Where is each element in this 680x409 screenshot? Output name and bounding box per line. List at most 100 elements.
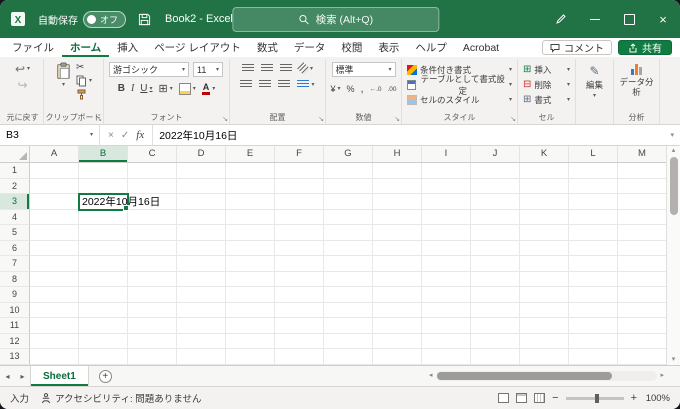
redo-button[interactable]: ↪ [17, 78, 27, 92]
percent-format-button[interactable]: % [347, 84, 355, 94]
cell-K10[interactable] [520, 302, 569, 318]
zoom-in-button[interactable]: + [631, 392, 637, 404]
zoom-slider[interactable] [565, 393, 624, 403]
cell-B5[interactable] [79, 225, 128, 241]
cell-C11[interactable] [128, 318, 177, 334]
cell-A12[interactable] [30, 333, 79, 349]
cell-K1[interactable] [520, 163, 569, 179]
cell-D13[interactable] [177, 349, 226, 365]
cell-A6[interactable] [30, 240, 79, 256]
format-painter-button[interactable] [76, 89, 92, 100]
tab-data[interactable]: データ [286, 38, 334, 57]
close-button[interactable]: × [646, 0, 680, 38]
cell-L7[interactable] [569, 256, 618, 272]
cell-L2[interactable] [569, 178, 618, 194]
row-header-11[interactable]: 11 [0, 318, 30, 334]
cut-button[interactable]: ✂ [76, 63, 92, 73]
cell-D5[interactable] [177, 225, 226, 241]
cell-M1[interactable] [618, 163, 667, 179]
cell-L5[interactable] [569, 225, 618, 241]
cell-H6[interactable] [373, 240, 422, 256]
cell-C4[interactable] [128, 209, 177, 225]
cell-G1[interactable] [324, 163, 373, 179]
cell-H9[interactable] [373, 287, 422, 303]
sheet-nav-left-icon[interactable]: ◂ [0, 366, 15, 386]
cell-G12[interactable] [324, 333, 373, 349]
cell-J2[interactable] [471, 178, 520, 194]
cell-D3[interactable] [177, 194, 226, 210]
row-header-9[interactable]: 9 [0, 287, 30, 303]
cell-F9[interactable] [275, 287, 324, 303]
cell-L13[interactable] [569, 349, 618, 365]
scroll-right-icon[interactable]: ▸ [660, 371, 664, 381]
normal-view-button[interactable] [498, 393, 510, 403]
cell-K7[interactable] [520, 256, 569, 272]
cell-K2[interactable] [520, 178, 569, 194]
cell-B12[interactable] [79, 333, 128, 349]
cell-C7[interactable] [128, 256, 177, 272]
cell-F13[interactable] [275, 349, 324, 365]
cell-C8[interactable] [128, 271, 177, 287]
minimize-button[interactable] [578, 0, 612, 38]
cell-L12[interactable] [569, 333, 618, 349]
column-header-G[interactable]: G [324, 146, 373, 162]
maximize-button[interactable] [612, 0, 646, 38]
decrease-decimal-button[interactable]: .00 [388, 86, 397, 93]
save-button[interactable] [138, 13, 151, 26]
cell-H12[interactable] [373, 333, 422, 349]
cell-C1[interactable] [128, 163, 177, 179]
cell-K3[interactable] [520, 194, 569, 210]
cell-E6[interactable] [226, 240, 275, 256]
cancel-entry-icon[interactable]: × [108, 130, 114, 141]
sheet-tab-sheet1[interactable]: Sheet1 [30, 366, 89, 386]
cell-F5[interactable] [275, 225, 324, 241]
cell-B7[interactable] [79, 256, 128, 272]
row-header-4[interactable]: 4 [0, 209, 30, 225]
cell-A1[interactable] [30, 163, 79, 179]
tab-review[interactable]: 校閲 [333, 38, 370, 57]
cell-M7[interactable] [618, 256, 667, 272]
align-center-button[interactable] [259, 80, 272, 89]
formula-bar-expand-icon[interactable]: ▾ [664, 131, 680, 139]
cell-styles-button[interactable]: セルのスタイル ▾ [407, 92, 512, 107]
cell-A5[interactable] [30, 225, 79, 241]
format-cells-button[interactable]: ⊞ 書式 ▾ [523, 92, 570, 107]
cell-B8[interactable] [79, 271, 128, 287]
cell-C12[interactable] [128, 333, 177, 349]
name-box[interactable]: B3 ▾ [0, 125, 100, 145]
cell-A4[interactable] [30, 209, 79, 225]
row-header-8[interactable]: 8 [0, 271, 30, 287]
dialog-launcher-icon[interactable]: ↘ [318, 116, 324, 123]
cell-C6[interactable] [128, 240, 177, 256]
tab-insert[interactable]: 挿入 [109, 38, 146, 57]
column-header-C[interactable]: C [128, 146, 177, 162]
cell-I8[interactable] [422, 271, 471, 287]
tab-acrobat[interactable]: Acrobat [455, 38, 507, 57]
cell-J4[interactable] [471, 209, 520, 225]
cell-B4[interactable] [79, 209, 128, 225]
zoom-out-button[interactable]: − [552, 392, 558, 404]
page-break-view-button[interactable] [534, 393, 546, 403]
scroll-down-icon[interactable]: ▾ [672, 355, 676, 365]
cell-G3[interactable] [324, 194, 373, 210]
scroll-up-icon[interactable]: ▴ [672, 146, 676, 156]
cell-I6[interactable] [422, 240, 471, 256]
undo-button[interactable]: ↩ ▾ [15, 62, 30, 76]
cell-G5[interactable] [324, 225, 373, 241]
cell-I1[interactable] [422, 163, 471, 179]
cell-K9[interactable] [520, 287, 569, 303]
row-header-2[interactable]: 2 [0, 178, 30, 194]
enter-entry-icon[interactable]: ✓ [121, 130, 129, 141]
cell-I3[interactable] [422, 194, 471, 210]
tab-file[interactable]: ファイル [4, 38, 62, 57]
cell-C5[interactable] [128, 225, 177, 241]
fill-color-button[interactable]: ▾ [178, 82, 196, 95]
row-header-12[interactable]: 12 [0, 333, 30, 349]
vertical-scrollbar[interactable]: ▴ ▾ [666, 146, 680, 365]
align-right-button[interactable] [278, 80, 291, 89]
cell-J12[interactable] [471, 333, 520, 349]
dialog-launcher-icon[interactable]: ↘ [222, 116, 228, 123]
cell-A8[interactable] [30, 271, 79, 287]
cell-I7[interactable] [422, 256, 471, 272]
share-button[interactable]: 共有 [618, 40, 672, 55]
